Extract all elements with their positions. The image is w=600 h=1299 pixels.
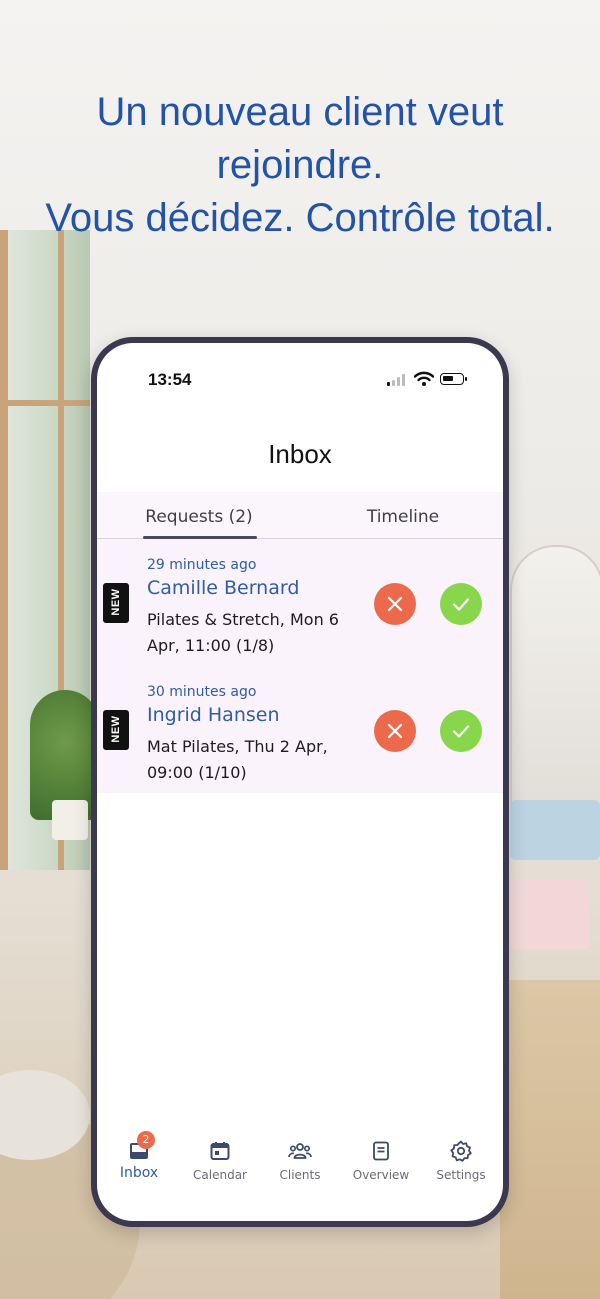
nav-clients[interactable]: Clients [260, 1129, 340, 1189]
hero-line: Un nouveau client veut [96, 90, 504, 134]
reformer-machine [510, 880, 590, 950]
check-icon [452, 598, 470, 611]
status-time: 13:54 [148, 370, 192, 389]
request-detail: Mat Pilates, Thu 2 Apr, 09:00 (1/10) [147, 737, 328, 782]
accept-button[interactable] [440, 583, 482, 625]
nav-inbox[interactable]: 2 Inbox [99, 1129, 179, 1189]
nav-label: Overview [352, 1168, 410, 1182]
arched-mirror [510, 545, 600, 829]
tab-timeline[interactable]: Timeline [353, 492, 453, 538]
tab-requests[interactable]: Requests (2) [135, 492, 263, 538]
nav-settings[interactable]: Settings [421, 1129, 501, 1189]
phone-screen: 13:54 Inbox Requests (2) Timeline NEW 29… [97, 343, 503, 1221]
client-name-link[interactable]: Camille Bernard [147, 577, 299, 599]
nav-label: Inbox [119, 1165, 159, 1181]
request-time: 29 minutes ago [147, 557, 257, 573]
accept-button[interactable] [440, 710, 482, 752]
battery-icon [440, 373, 467, 385]
plant-pot [52, 800, 88, 840]
calendar-icon [210, 1142, 230, 1160]
phone-mockup: 13:54 Inbox Requests (2) Timeline NEW 29… [91, 337, 509, 1227]
nav-label: Calendar [193, 1168, 247, 1182]
window-bar [0, 400, 90, 406]
reject-button[interactable] [374, 710, 416, 752]
hero-line: Vous décidez. Contrôle total. [45, 196, 555, 240]
request-list: NEW 29 minutes ago Camille Bernard Pilat… [97, 539, 503, 793]
status-bar: 13:54 [97, 343, 503, 403]
page-title: Inbox [268, 439, 332, 469]
wifi-icon [413, 371, 435, 387]
list-item[interactable]: NEW 30 minutes ago Ingrid Hansen Mat Pil… [97, 666, 503, 793]
inbox-tabs: Requests (2) Timeline [97, 492, 503, 539]
nav-label: Clients [279, 1168, 321, 1182]
wood-floor [500, 980, 600, 1299]
nav-calendar[interactable]: Calendar [180, 1129, 260, 1189]
battery-level [443, 376, 453, 381]
hero-headline: Un nouveau client veut rejoindre. Vous d… [0, 86, 600, 245]
new-badge: NEW [103, 710, 129, 750]
client-name-link[interactable]: Ingrid Hansen [147, 704, 280, 726]
close-icon [387, 596, 403, 612]
hero-line: rejoindre. [216, 143, 384, 187]
nav-overview[interactable]: Overview [341, 1129, 421, 1189]
request-time: 30 minutes ago [147, 684, 257, 700]
gear-icon [450, 1140, 472, 1162]
clients-icon [288, 1143, 312, 1159]
reject-button[interactable] [374, 583, 416, 625]
request-detail: Pilates & Stretch, Mon 6 Apr, 11:00 (1/8… [147, 610, 339, 655]
overview-icon [373, 1141, 389, 1161]
nav-label: Settings [436, 1168, 486, 1182]
close-icon [387, 723, 403, 739]
new-badge: NEW [103, 583, 129, 623]
inbox-count-badge: 2 [137, 1131, 155, 1149]
bottom-navigation: 2 Inbox Calendar Clients Overview Settin… [97, 1129, 503, 1189]
reformer-machine [510, 800, 600, 860]
check-icon [452, 725, 470, 738]
signal-icon [387, 374, 407, 386]
list-item[interactable]: NEW 29 minutes ago Camille Bernard Pilat… [97, 539, 503, 666]
